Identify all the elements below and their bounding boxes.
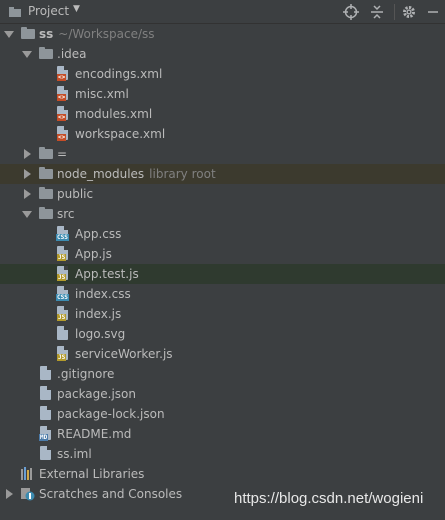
project-folder-icon <box>21 27 35 39</box>
expand-arrow-icon[interactable] <box>24 169 31 179</box>
file-label: workspace.xml <box>75 127 166 141</box>
library-root-hint: library root <box>149 167 216 181</box>
file-label: .gitignore <box>57 367 115 381</box>
expand-arrow-icon[interactable] <box>22 51 32 58</box>
xml-badge: <> <box>57 114 67 121</box>
folder-label: .idea <box>57 47 87 61</box>
tree-row-file[interactable]: CSS index.css <box>0 284 445 304</box>
file-label: package-lock.json <box>57 407 165 421</box>
tree-row-src[interactable]: src <box>0 204 445 224</box>
tree-row-file[interactable]: <> encodings.xml <box>0 64 445 84</box>
chevron-down-icon[interactable]: ▼ <box>73 4 80 14</box>
tree-row-public[interactable]: public <box>0 184 445 204</box>
file-label: README.md <box>57 427 132 441</box>
toolbar-divider <box>394 4 395 20</box>
file-label: logo.svg <box>75 327 126 341</box>
folder-icon <box>39 207 53 219</box>
expand-arrow-icon[interactable] <box>6 489 13 499</box>
tree-label: External Libraries <box>39 467 145 481</box>
md-badge: MD <box>39 434 49 441</box>
tree-row-external-libraries[interactable]: External Libraries <box>0 464 445 484</box>
xml-badge: <> <box>57 134 67 141</box>
file-label: misc.xml <box>75 87 129 101</box>
expand-arrow-icon[interactable] <box>22 211 32 218</box>
tree-row-eq-folder[interactable]: = <box>0 144 445 164</box>
js-badge: JS <box>57 314 67 321</box>
expand-arrow-icon[interactable] <box>4 31 14 38</box>
tree-row-file[interactable]: <> workspace.xml <box>0 124 445 144</box>
tree-row-file[interactable]: CSS App.css <box>0 224 445 244</box>
tree-row-file[interactable]: .gitignore <box>0 364 445 384</box>
project-toolbar: Project ▼ <box>0 0 445 24</box>
folder-icon <box>39 147 53 159</box>
collapse-icon[interactable] <box>369 4 385 20</box>
file-label: encodings.xml <box>75 67 163 81</box>
tree-row-file[interactable]: JS App.test.js <box>0 264 445 284</box>
file-label: App.css <box>75 227 122 241</box>
tree-row-root[interactable]: ss ~/Workspace/ss <box>0 24 445 44</box>
tree-row-file[interactable]: package.json <box>0 384 445 404</box>
file-label: ss.iml <box>57 447 92 461</box>
css-badge: CSS <box>56 294 69 301</box>
root-name: ss <box>39 27 54 41</box>
file-label: serviceWorker.js <box>75 347 173 361</box>
project-view-title[interactable]: Project <box>28 4 69 18</box>
tree-row-file[interactable]: <> modules.xml <box>0 104 445 124</box>
folder-label: src <box>57 207 75 221</box>
project-folder-icon <box>9 6 21 17</box>
tree-label: Scratches and Consoles <box>39 487 183 501</box>
json-file-icon <box>40 406 51 420</box>
svg-file-icon <box>57 326 68 340</box>
tree-row-file[interactable]: ss.iml <box>0 444 445 464</box>
library-folder-icon <box>39 167 53 179</box>
js-badge: JS <box>57 274 67 281</box>
css-badge: CSS <box>56 234 69 241</box>
iml-file-icon <box>40 446 51 460</box>
folder-icon <box>39 187 53 199</box>
crosshair-icon[interactable] <box>343 4 359 20</box>
tree-row-file[interactable]: <> misc.xml <box>0 84 445 104</box>
file-label: App.js <box>75 247 112 261</box>
file-label: package.json <box>57 387 137 401</box>
tree-row-file[interactable]: logo.svg <box>0 324 445 344</box>
folder-icon <box>39 47 53 59</box>
tree-row-node-modules[interactable]: node_modules library root <box>0 164 445 184</box>
tree-row-file[interactable]: package-lock.json <box>0 404 445 424</box>
expand-arrow-icon[interactable] <box>24 189 31 199</box>
folder-label: public <box>57 187 94 201</box>
folder-label: = <box>57 147 68 161</box>
tree-row-file[interactable]: MD README.md <box>0 424 445 444</box>
root-path: ~/Workspace/ss <box>58 27 155 41</box>
text-file-icon <box>40 366 51 380</box>
project-tree: ss ~/Workspace/ss .idea <> encodings.xml … <box>0 24 445 520</box>
file-label: index.css <box>75 287 131 301</box>
xml-badge: <> <box>57 94 67 101</box>
xml-badge: <> <box>57 74 67 81</box>
tree-row-file[interactable]: JS App.js <box>0 244 445 264</box>
library-icon <box>21 467 37 481</box>
json-file-icon <box>40 386 51 400</box>
tree-row-idea[interactable]: .idea <box>0 44 445 64</box>
tree-row-file[interactable]: JS serviceWorker.js <box>0 344 445 364</box>
file-label: index.js <box>75 307 122 321</box>
file-label: modules.xml <box>75 107 153 121</box>
file-label: App.test.js <box>75 267 139 281</box>
folder-label: node_modules <box>57 167 145 181</box>
gear-icon[interactable] <box>401 4 417 20</box>
js-badge: JS <box>57 354 67 361</box>
expand-arrow-icon[interactable] <box>24 149 31 159</box>
js-badge: JS <box>57 254 67 261</box>
scratches-icon <box>21 487 37 501</box>
watermark-url: https://blog.csdn.net/wogieni <box>234 490 424 507</box>
tree-row-file[interactable]: JS index.js <box>0 304 445 324</box>
hide-icon[interactable] <box>425 4 441 20</box>
